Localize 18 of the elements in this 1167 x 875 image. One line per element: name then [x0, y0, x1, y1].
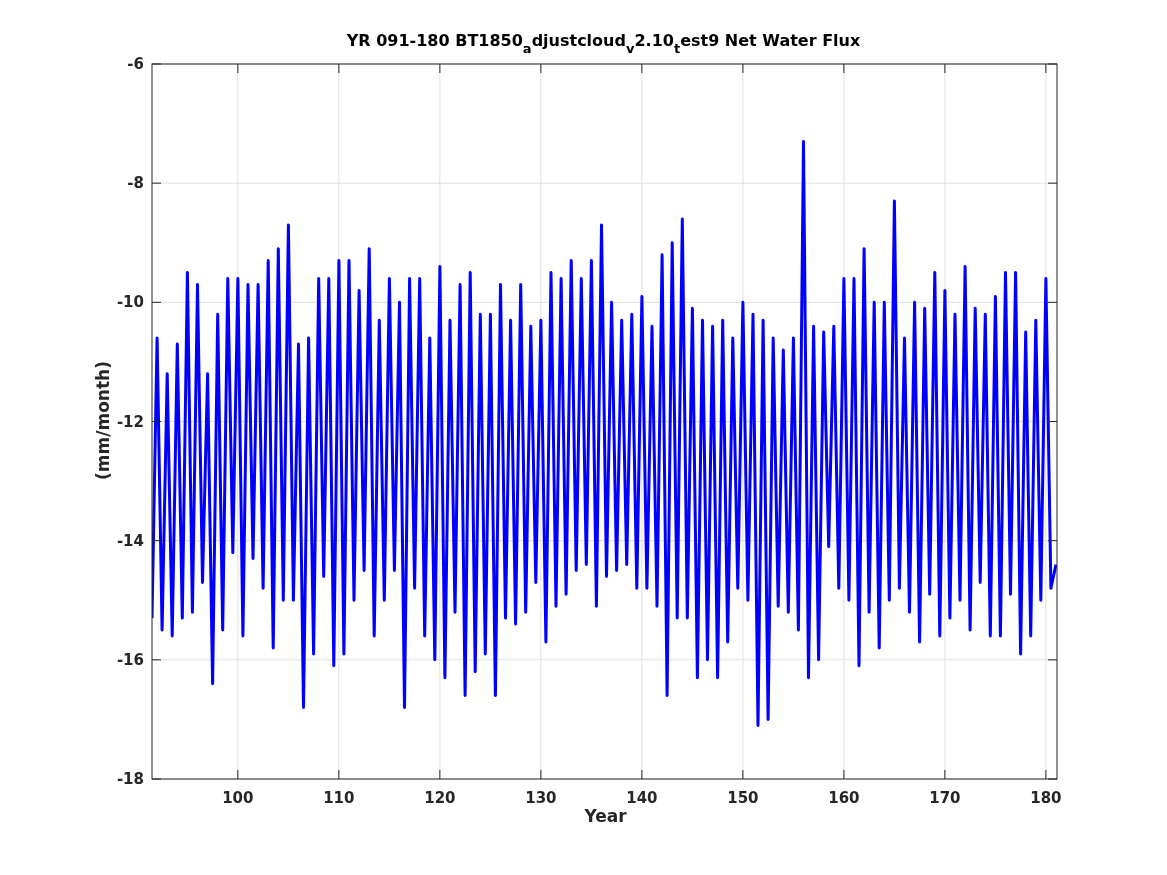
y-tick-label: -14	[116, 531, 144, 550]
x-tick-label: 110	[323, 789, 355, 807]
y-tick-label: -12	[116, 412, 144, 431]
y-axis-label: (mm/month)	[93, 361, 113, 480]
y-tick-label: -6	[127, 55, 144, 73]
y-tick-label: -16	[116, 650, 144, 669]
x-tick-label: 100	[222, 789, 254, 807]
y-tick-label: -8	[127, 174, 144, 193]
x-tick-label: 140	[626, 789, 658, 807]
x-tick-label: 160	[828, 789, 860, 807]
x-tick-label: 130	[525, 789, 557, 807]
y-tick-label: -10	[116, 293, 144, 312]
x-tick-label: 170	[929, 789, 961, 807]
y-tick-label: -18	[116, 770, 144, 788]
x-axis-label: Year	[584, 806, 627, 826]
x-tick-label: 180	[1030, 789, 1062, 807]
x-tick-label: 150	[727, 789, 759, 807]
x-tick-label: 120	[424, 789, 456, 807]
